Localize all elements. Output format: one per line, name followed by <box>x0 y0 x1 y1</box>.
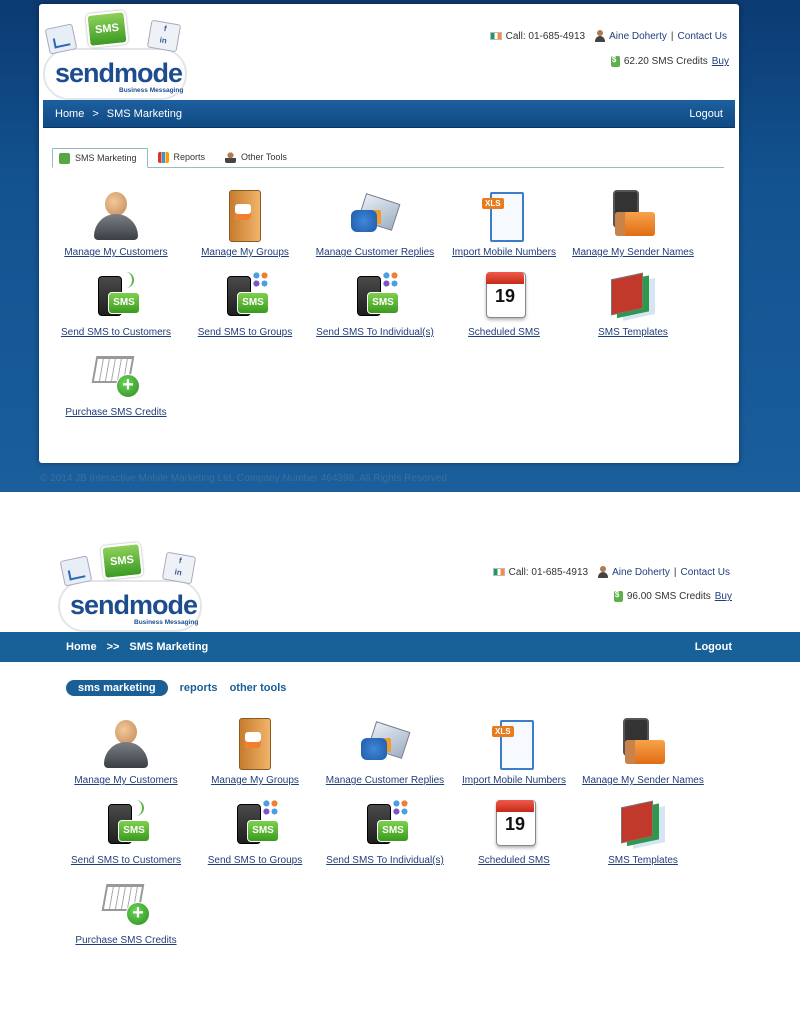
buy-link[interactable]: Buy <box>715 591 732 602</box>
breadcrumb: Home > SMS Marketing <box>55 107 182 120</box>
tab-bar: SMS Marketing Reports Other Tools <box>52 148 724 168</box>
replies-icon <box>347 190 403 242</box>
sendmode-logo[interactable]: SMS f in sendmode Business Messaging <box>41 8 191 104</box>
nav-bar-new: Home >> SMS Marketing Logout <box>0 632 800 662</box>
phone-sms-individual-icon <box>357 798 413 850</box>
nav-bar: Home > SMS Marketing Logout <box>43 100 735 128</box>
replies-icon <box>357 718 413 770</box>
menu-item-send-individual[interactable]: Send SMS To Individual(s) <box>323 798 447 866</box>
social-icon: f in <box>146 19 182 53</box>
menu-item-sender-names[interactable]: Manage My Sender Names <box>581 718 705 786</box>
current-page: SMS Marketing <box>106 107 182 120</box>
user-icon <box>595 30 606 42</box>
menu-item-send-customers[interactable]: Send SMS to Customers <box>64 798 188 866</box>
customer-icon <box>98 718 154 770</box>
ireland-flag-icon <box>489 32 502 40</box>
credits-icon <box>610 55 620 67</box>
user-name-link[interactable]: Aine Doherty <box>609 31 667 42</box>
tab-sms-marketing[interactable]: SMS Marketing <box>52 148 148 168</box>
ireland-flag-icon <box>492 568 505 576</box>
shopping-cart-icon <box>98 878 154 930</box>
templates-icon <box>605 270 661 322</box>
menu-item-sender-names[interactable]: Manage My Sender Names <box>571 190 695 258</box>
reports-chart-icon <box>157 151 169 163</box>
phone-sms-groups-icon <box>227 798 283 850</box>
menu-item-import-numbers[interactable]: Import Mobile Numbers <box>452 718 576 786</box>
address-book-icon <box>217 190 273 242</box>
phone-sms-icon <box>98 798 154 850</box>
tab-sms-marketing[interactable]: sms marketing <box>66 680 168 696</box>
menu-item-send-groups[interactable]: Send SMS to Groups <box>193 798 317 866</box>
breadcrumb: Home >> SMS Marketing <box>66 641 209 653</box>
contact-us-link[interactable]: Contact Us <box>678 31 727 42</box>
home-link[interactable]: Home <box>66 641 97 653</box>
customer-icon <box>88 190 144 242</box>
calendar-icon: Feb 19 <box>476 270 532 322</box>
contact-bar-new: Call: 01-685-4913 Aine Doherty | Contact… <box>492 566 730 578</box>
menu-item-purchase-credits[interactable]: Purchase SMS Credits <box>54 350 178 418</box>
current-page: SMS Marketing <box>129 641 209 653</box>
user-name-link[interactable]: Aine Doherty <box>612 567 670 578</box>
tab-other-tools[interactable]: Other Tools <box>219 147 297 167</box>
menu-item-send-individual[interactable]: Send SMS To Individual(s) <box>313 270 437 338</box>
social-icon: f in <box>161 551 197 585</box>
menu-item-manage-customers[interactable]: Manage My Customers <box>54 190 178 258</box>
shopping-cart-icon <box>88 350 144 402</box>
menu-item-send-groups[interactable]: Send SMS to Groups <box>183 270 307 338</box>
menu-item-scheduled-sms[interactable]: Feb 19 Scheduled SMS <box>452 798 576 866</box>
credits-bar: 62.20 SMS Credits Buy <box>610 55 729 67</box>
menu-item-import-numbers[interactable]: Import Mobile Numbers <box>442 190 566 258</box>
logout-link[interactable]: Logout <box>695 641 732 653</box>
sendmode-logo-new[interactable]: SMS f in sendmode Business Messaging <box>56 540 206 636</box>
credits-text: 62.20 SMS Credits <box>623 56 708 67</box>
menu-item-manage-customers[interactable]: Manage My Customers <box>64 718 188 786</box>
tab-reports[interactable]: Reports <box>152 147 216 167</box>
menu-item-customer-replies[interactable]: Manage Customer Replies <box>313 190 437 258</box>
templates-icon <box>615 798 671 850</box>
sender-card-icon <box>615 718 671 770</box>
sms-tab-icon <box>59 152 70 164</box>
address-book-icon <box>227 718 283 770</box>
menu-item-sms-templates[interactable]: SMS Templates <box>571 270 695 338</box>
sms-bubble-icon: SMS <box>100 542 144 580</box>
tab-other-tools[interactable]: other tools <box>230 682 287 694</box>
phone-sms-groups-icon <box>217 270 273 322</box>
credits-bar-new: 96.00 SMS Credits Buy <box>613 590 732 602</box>
xls-import-icon <box>486 718 542 770</box>
menu-item-send-customers[interactable]: Send SMS to Customers <box>54 270 178 338</box>
menu-item-scheduled-sms[interactable]: Feb 19 Scheduled SMS <box>442 270 566 338</box>
copyright-footer: © 2014 JB Interactive Mobile Marketing L… <box>40 473 448 484</box>
menu-item-manage-groups[interactable]: Manage My Groups <box>183 190 307 258</box>
phone-sms-icon <box>88 270 144 322</box>
phone-sms-individual-icon <box>347 270 403 322</box>
menu-item-manage-groups[interactable]: Manage My Groups <box>193 718 317 786</box>
sender-card-icon <box>605 190 661 242</box>
credits-text: 96.00 SMS Credits <box>626 591 711 602</box>
sms-bubble-icon: SMS <box>85 10 129 48</box>
xls-import-icon <box>476 190 532 242</box>
contact-us-link[interactable]: Contact Us <box>681 567 730 578</box>
buy-link[interactable]: Buy <box>712 56 729 67</box>
credits-icon <box>613 590 623 602</box>
menu-item-sms-templates[interactable]: SMS Templates <box>581 798 705 866</box>
menu-item-customer-replies[interactable]: Manage Customer Replies <box>323 718 447 786</box>
contact-bar: Call: 01-685-4913 Aine Doherty | Contact… <box>489 30 727 42</box>
tools-person-icon <box>225 151 237 163</box>
tab-bar-new: sms marketing reports other tools <box>66 680 286 696</box>
menu-item-purchase-credits[interactable]: Purchase SMS Credits <box>64 878 188 946</box>
logout-link[interactable]: Logout <box>689 108 723 120</box>
calendar-icon: Feb 19 <box>486 798 542 850</box>
tab-reports[interactable]: reports <box>180 682 218 694</box>
home-link[interactable]: Home <box>55 108 84 120</box>
user-icon <box>598 566 609 578</box>
